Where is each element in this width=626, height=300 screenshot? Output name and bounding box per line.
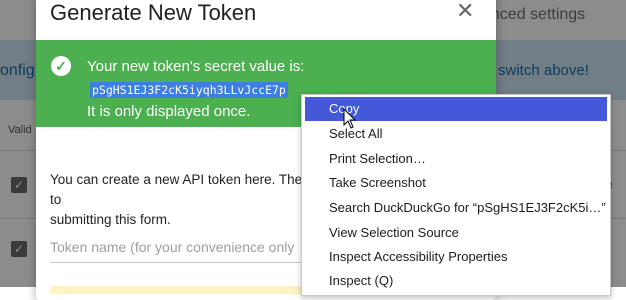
close-icon[interactable]: ✕ [456,0,474,24]
menu-item-view-selection-source[interactable]: View Selection Source [305,221,607,245]
token-secret-value[interactable]: pSgHS1EJ3F2cK5iyqh3LLvJccE7p [90,82,288,98]
menu-item-search-duckduckgo[interactable]: Search DuckDuckGo for “pSgHS1EJ3F2cK5i…” [305,196,607,220]
alert-note: It is only displayed once. [87,103,251,120]
menu-item-take-screenshot[interactable]: Take Screenshot [305,171,607,195]
menu-item-inspect-accessibility[interactable]: Inspect Accessibility Properties [305,245,607,269]
dialog-description: You can create a new API token here. The… [50,170,305,230]
token-name-input[interactable]: Token name (for your convenience only [50,239,294,255]
menu-item-inspect[interactable]: Inspect (Q) [305,269,607,293]
mouse-pointer-icon [343,108,357,129]
check-circle-icon: ✓ [51,56,71,76]
dialog-title: Generate New Token [50,0,257,25]
description-line-1: You can create a new API token here. The… [50,172,303,207]
menu-item-print-selection[interactable]: Print Selection… [305,147,607,171]
description-line-2: submitting this form. [50,212,171,227]
alert-message: Your new token's secret value is: [87,58,305,75]
warning-strip [50,286,305,294]
input-underline [50,262,305,263]
